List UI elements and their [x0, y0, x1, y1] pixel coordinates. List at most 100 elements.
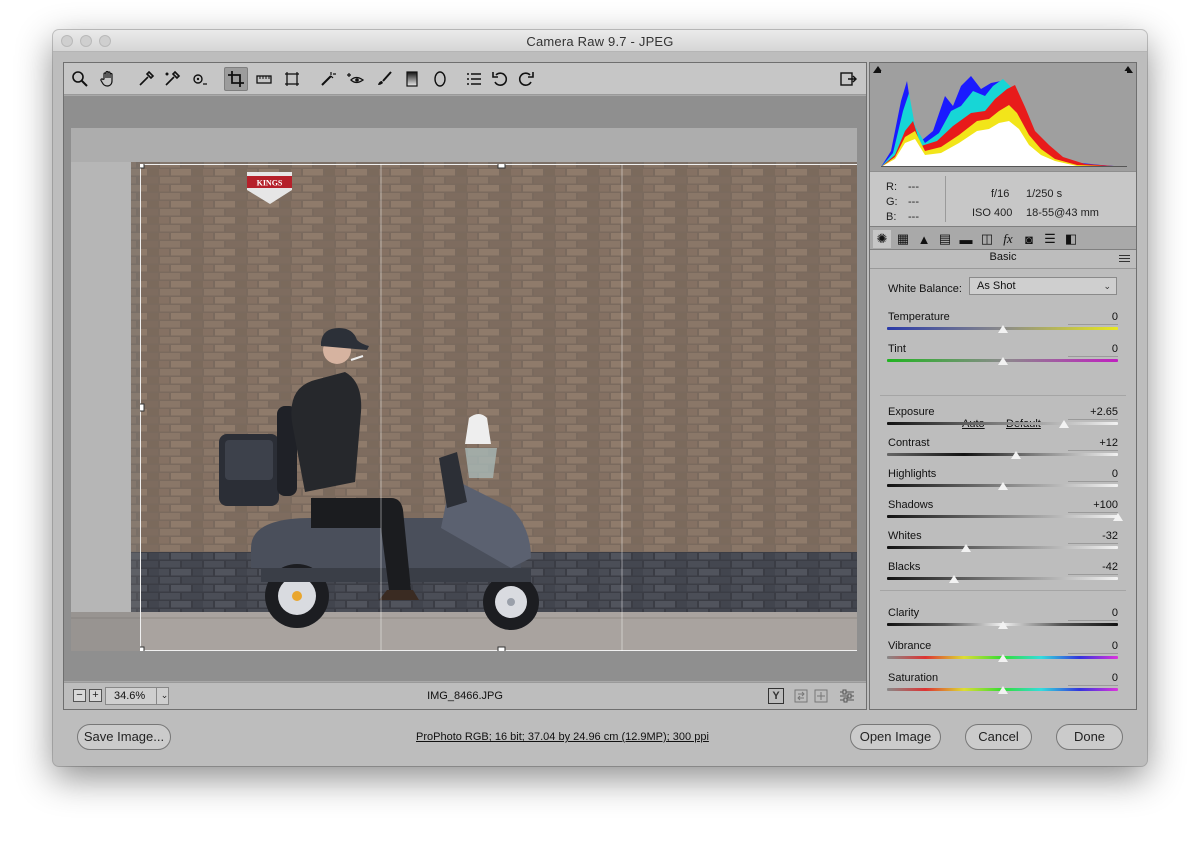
effects-icon[interactable]: fx [999, 230, 1017, 248]
straighten-icon [256, 75, 272, 84]
hand-tool[interactable] [96, 67, 120, 91]
zoom-tool[interactable] [68, 67, 92, 91]
rotate-cw-icon [518, 72, 534, 86]
fullscreen-button[interactable] [836, 67, 860, 91]
save-image-button[interactable]: Save Image... [77, 724, 171, 750]
rotate-cw-button[interactable] [514, 67, 538, 91]
sliders-icon[interactable] [838, 687, 856, 705]
detail-icon[interactable]: ▲ [915, 230, 933, 248]
window-title: Camera Raw 9.7 - JPEG [526, 34, 674, 49]
contrast-value-field[interactable]: +12 [1068, 437, 1118, 451]
shadows-value-field[interactable]: +100 [1068, 499, 1118, 513]
clarity-slider-thumb[interactable] [997, 621, 1008, 629]
radial-filter-tool[interactable] [428, 67, 452, 91]
tint-label: Tint [888, 343, 906, 355]
readout-divider [945, 176, 946, 222]
filename: IMG_8466.JPG [427, 690, 503, 702]
exposure-slider-thumb[interactable] [1058, 420, 1069, 428]
presets-icon[interactable]: ☰ [1041, 230, 1059, 248]
highlights-slider-thumb[interactable] [997, 482, 1008, 490]
copy-settings-icon[interactable] [812, 687, 830, 705]
highlights-value-field[interactable]: 0 [1068, 468, 1118, 482]
highlights-label: Highlights [888, 468, 937, 480]
whites-slider-track[interactable] [887, 546, 1118, 549]
adjustment-brush-icon [378, 71, 392, 85]
lens: 18-55@43 mm [1026, 207, 1099, 219]
fullscreen-icon [840, 72, 857, 86]
zoom-icon [72, 71, 88, 87]
tint-slider-thumb[interactable] [997, 357, 1008, 365]
camera-calibration-icon[interactable]: ◙ [1020, 230, 1038, 248]
swap-icon[interactable] [792, 687, 810, 705]
straighten-tool[interactable] [252, 67, 276, 91]
adjustment-brush-tool[interactable] [372, 67, 396, 91]
transform-tool[interactable] [280, 67, 304, 91]
rotate-ccw-button[interactable] [488, 67, 512, 91]
exposure-slider-track[interactable] [887, 422, 1118, 425]
graduated-filter-icon [406, 71, 418, 87]
transform-icon [285, 72, 299, 86]
lens-corrections-icon[interactable]: ◫ [978, 230, 996, 248]
contrast-slider-track[interactable] [887, 453, 1118, 456]
saturation-value-field[interactable]: 0 [1068, 672, 1118, 686]
preview-pane: KINGS − + 34.6% ⌄ IMG_8466.JPG Y [63, 62, 867, 710]
crop-tool[interactable] [224, 67, 248, 91]
white-balance-label: White Balance: [888, 283, 962, 295]
shutter-speed: 1/250 s [1026, 188, 1063, 200]
clarity-value-field[interactable]: 0 [1068, 607, 1118, 621]
crop-shade-top [140, 128, 857, 164]
basic-icon[interactable]: ✺ [873, 230, 891, 248]
image-preview[interactable]: KINGS [64, 96, 866, 681]
r-value: --- [908, 181, 919, 193]
panel-menu-icon[interactable] [1119, 255, 1130, 264]
whites-slider-thumb[interactable] [960, 544, 971, 552]
tone-curve-icon[interactable]: ▦ [894, 230, 912, 248]
blacks-slider-thumb[interactable] [948, 575, 959, 583]
blacks-slider-track[interactable] [887, 577, 1118, 580]
cancel-button[interactable]: Cancel [965, 724, 1032, 750]
saturation-label: Saturation [888, 672, 939, 684]
histogram [870, 63, 1136, 171]
graduated-filter-tool[interactable] [400, 67, 424, 91]
panel-title: Basic [870, 251, 1136, 269]
temperature-value-field[interactable]: 0 [1068, 311, 1118, 325]
spot-removal-tool[interactable] [316, 67, 340, 91]
workflow-options-link[interactable]: ProPhoto RGB; 16 bit; 37.04 by 24.96 cm … [416, 731, 709, 743]
hand-icon [100, 70, 113, 87]
camera-raw-window: Camera Raw 9.7 - JPEG KINGS − + 34.6% ⌄ … [53, 30, 1147, 766]
open-image-button[interactable]: Open Image [850, 724, 941, 750]
tint-value-field[interactable]: 0 [1068, 343, 1118, 357]
before-after-toggle[interactable]: Y [768, 688, 784, 704]
color-sampler-tool[interactable] [160, 67, 184, 91]
vibrance-slider-thumb[interactable] [997, 654, 1008, 662]
temperature-label: Temperature [888, 311, 950, 323]
white-balance-value: As Shot [977, 280, 1016, 292]
split-toning-icon[interactable]: ▬ [957, 230, 975, 248]
crop-box[interactable] [136, 160, 857, 651]
preferences-tool[interactable] [462, 67, 486, 91]
temperature-slider-thumb[interactable] [997, 325, 1008, 333]
white-balance-tool[interactable] [134, 67, 158, 91]
readout: R: --- G: --- B: --- f/16 1/250 s ISO 40… [870, 171, 1136, 226]
snapshots-icon[interactable]: ◧ [1062, 230, 1080, 248]
panel-separator [880, 395, 1126, 396]
vibrance-value-field[interactable]: 0 [1068, 640, 1118, 654]
saturation-slider-thumb[interactable] [997, 686, 1008, 694]
red-eye-tool[interactable] [344, 67, 368, 91]
whites-value-field[interactable]: -32 [1068, 530, 1118, 544]
spot-removal-icon [321, 72, 336, 86]
shadows-slider-thumb[interactable] [1113, 513, 1123, 521]
exposure-label: Exposure [888, 406, 935, 418]
contrast-slider-thumb[interactable] [1011, 451, 1022, 459]
panel-separator [880, 590, 1126, 591]
done-button[interactable]: Done [1056, 724, 1123, 750]
white-balance-select[interactable]: As Shot ⌄ [969, 277, 1117, 295]
shadows-slider-track[interactable] [887, 515, 1118, 518]
b-value: --- [908, 211, 919, 223]
blacks-value-field[interactable]: -42 [1068, 561, 1118, 575]
whites-label: Whites [888, 530, 922, 542]
iso: ISO 400 [972, 207, 1013, 219]
targeted-adjustment-tool[interactable] [188, 67, 212, 91]
hsl-icon[interactable]: ▤ [936, 230, 954, 248]
exposure-value-field[interactable]: +2.65 [1068, 406, 1118, 420]
